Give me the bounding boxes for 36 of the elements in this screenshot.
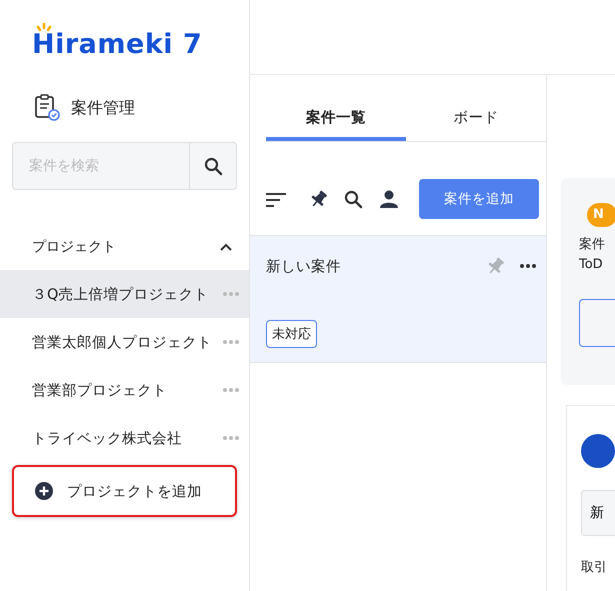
- search-icon: [204, 156, 222, 176]
- add-case-button[interactable]: 案件を追加: [419, 179, 539, 219]
- project-item[interactable]: 営業太郎個人プロジェクト: [0, 318, 249, 366]
- project-item[interactable]: トライベック株式会社: [0, 414, 249, 462]
- card-text: 取引: [581, 559, 608, 576]
- project-name: 営業太郎個人プロジェクト: [32, 334, 212, 352]
- case-title: 新しい案件: [266, 258, 341, 276]
- search-field[interactable]: 案件を検索: [12, 142, 189, 190]
- project-name: ３Q売上倍増プロジェクト: [32, 286, 208, 304]
- card-text: 案件: [579, 236, 606, 254]
- tab[interactable]: 案件一覧: [266, 97, 406, 141]
- clipboard-check-icon: [34, 94, 61, 122]
- person-icon: [380, 190, 398, 208]
- search-button[interactable]: [189, 142, 237, 190]
- search-icon: [344, 190, 363, 208]
- project-item[interactable]: 営業部プロジェクト: [0, 366, 249, 414]
- badge: N: [587, 203, 615, 227]
- project-name: トライベック株式会社: [32, 430, 182, 448]
- logo: Hirameki 7: [32, 30, 202, 60]
- section-header: プロジェクト: [32, 238, 116, 256]
- section-title: 案件管理: [71, 98, 135, 118]
- card-text: ToD: [579, 256, 604, 274]
- more-icon[interactable]: [520, 264, 536, 268]
- plus-circle-icon: [35, 482, 53, 500]
- sort-icon: [266, 190, 286, 208]
- status-tag: 未対応: [266, 320, 317, 348]
- chevron-up-icon: [219, 242, 233, 252]
- project-name: 営業部プロジェクト: [32, 382, 167, 400]
- case-item[interactable]: 新しい案件 未対応: [250, 235, 546, 363]
- circle-logo-placeholder: [581, 434, 615, 468]
- project-item[interactable]: ３Q売上倍増プロジェクト: [0, 270, 249, 318]
- add-project-button[interactable]: プロジェクトを追加: [12, 465, 237, 517]
- rays-icon: [34, 22, 54, 32]
- tab[interactable]: ボード: [406, 97, 546, 141]
- card-button[interactable]: 新: [581, 490, 615, 536]
- collapse-toggle[interactable]: [219, 242, 233, 252]
